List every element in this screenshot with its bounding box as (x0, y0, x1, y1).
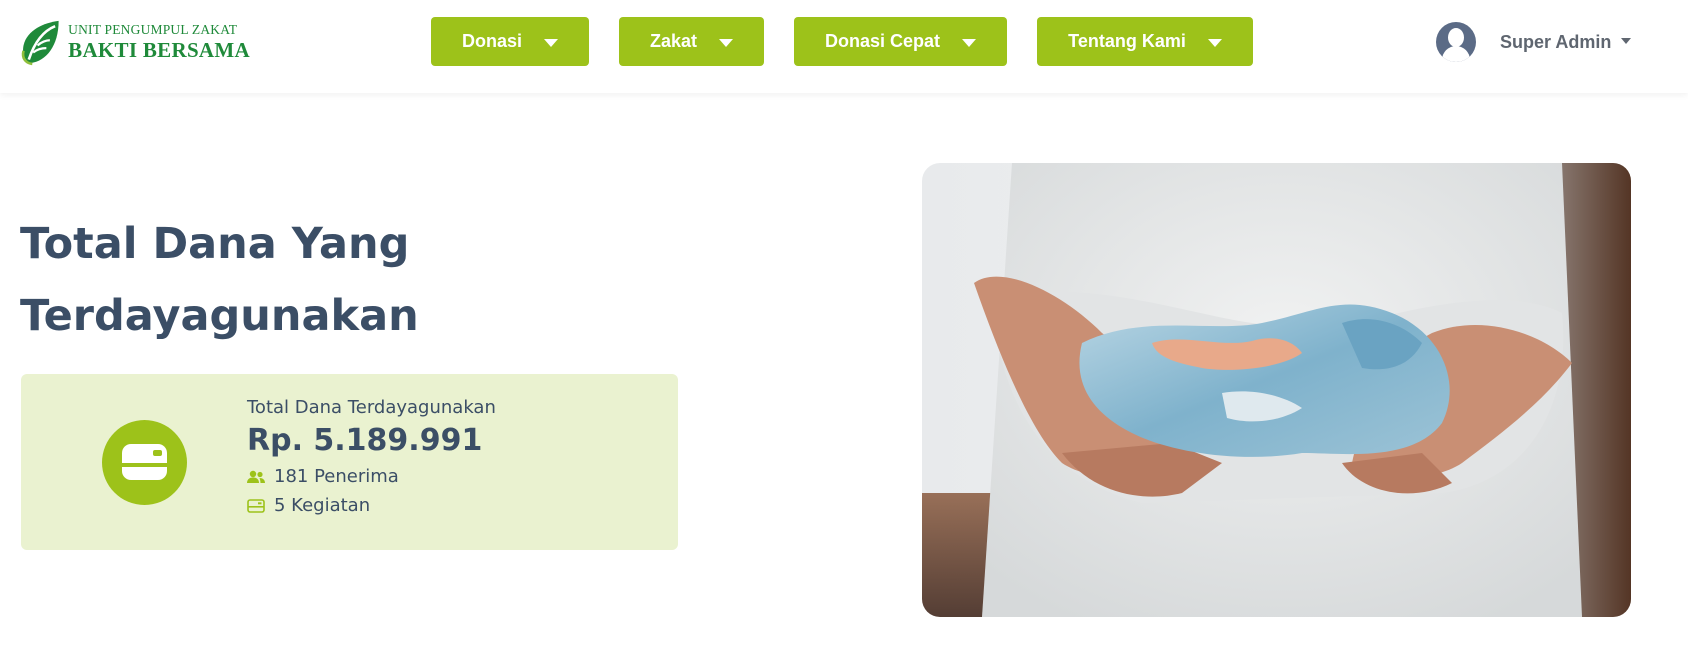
nav-tentang-kami-label: Tentang Kami (1068, 31, 1186, 51)
card-label: Total Dana Terdayagunakan (247, 397, 496, 418)
leaf-icon (21, 20, 59, 66)
page-title-line2: Terdayagunakan (20, 291, 419, 341)
nav-donasi-label: Donasi (461, 31, 522, 51)
user-name[interactable]: Super Admin (1500, 32, 1611, 53)
nav-donasi-cepat-label: Donasi Cepat (824, 31, 941, 51)
page-title: Total Dana Yang Terdayagunakan (20, 208, 660, 352)
nav-zakat-button[interactable]: Zakat (619, 17, 764, 66)
photo-illustration (922, 163, 1631, 617)
hands-holding-money-photo (922, 163, 1631, 617)
top-navbar: UNIT PENGUMPUL ZAKAT BAKTI BERSAMA Donas… (0, 0, 1688, 93)
logo-text: UNIT PENGUMPUL ZAKAT BAKTI BERSAMA (68, 22, 250, 62)
stat-activities: 5 Kegiatan (247, 494, 667, 518)
chevron-down-icon (1207, 38, 1222, 47)
chevron-down-icon (962, 38, 977, 47)
logo-subtitle: UNIT PENGUMPUL ZAKAT (68, 22, 238, 37)
chevron-down-icon[interactable] (1621, 38, 1632, 44)
wallet-icon (102, 420, 187, 505)
nav-zakat-label: Zakat (649, 31, 698, 51)
page-title-line1: Total Dana Yang (20, 219, 410, 269)
nav-donasi-cepat-button[interactable]: Donasi Cepat (794, 17, 1007, 66)
site-logo[interactable]: UNIT PENGUMPUL ZAKAT BAKTI BERSAMA (20, 15, 250, 69)
total-amount: Rp. 5.189.991 (247, 423, 483, 458)
user-menu[interactable]: Super Admin (1436, 22, 1632, 62)
stat-activities-text: 5 Kegiatan (274, 495, 371, 516)
card-content: Total Dana Terdayagunakan Rp. 5.189.991 … (247, 396, 667, 518)
wallet-glyph (122, 444, 167, 480)
users-icon (247, 470, 265, 483)
avatar-icon[interactable] (1436, 22, 1476, 62)
chevron-down-icon (719, 38, 734, 47)
nav-donasi-button[interactable]: Donasi (431, 17, 589, 66)
stat-recipients: 181 Penerima (247, 465, 667, 489)
nav-tentang-kami-button[interactable]: Tentang Kami (1037, 17, 1253, 66)
chevron-down-icon (544, 38, 558, 47)
total-fund-card: Total Dana Terdayagunakan Rp. 5.189.991 … (21, 374, 678, 550)
stat-recipients-text: 181 Penerima (274, 466, 399, 487)
card-icon (247, 499, 265, 513)
logo-title: BAKTI BERSAMA (68, 38, 250, 62)
